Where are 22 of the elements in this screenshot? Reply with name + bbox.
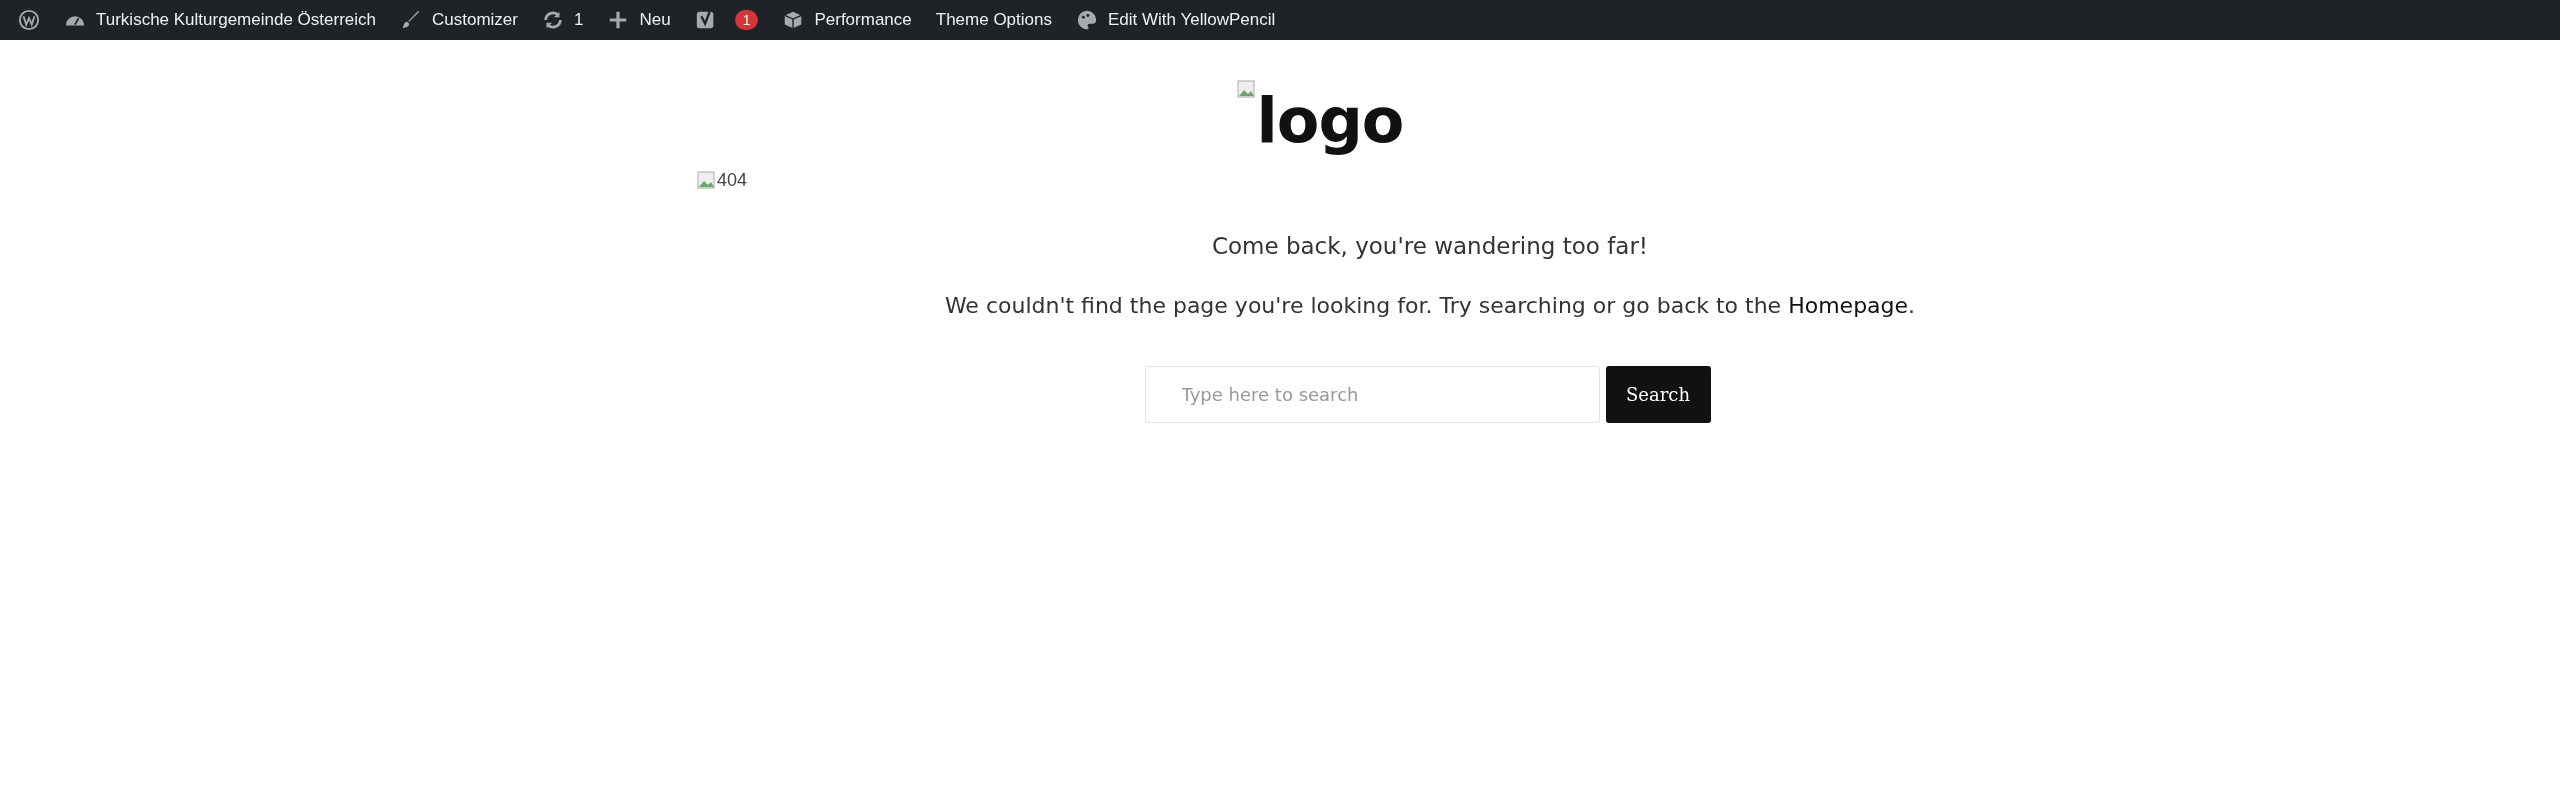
- customizer-link[interactable]: Customizer: [388, 0, 530, 40]
- paint-icon: [1076, 9, 1098, 31]
- updates-link[interactable]: 1: [529, 0, 596, 40]
- broken-image-icon: [697, 170, 717, 191]
- homepage-link[interactable]: Homepage: [1788, 293, 1909, 318]
- yellowpencil-link[interactable]: Edit With YellowPencil: [1064, 0, 1288, 40]
- wordpress-icon: [18, 9, 40, 31]
- new-link[interactable]: Neu: [595, 0, 683, 40]
- search-button[interactable]: Search: [1605, 366, 1711, 423]
- search-field[interactable]: Type here to search: [1144, 366, 1600, 423]
- logo-alt-text: logo: [1256, 83, 1404, 159]
- performance-link[interactable]: Performance: [770, 0, 924, 40]
- heading: Come back, you're wandering too far!: [1211, 233, 1649, 259]
- theme-options-link[interactable]: Theme Options: [923, 0, 1064, 40]
- site-link[interactable]: Turkische Kulturgemeinde Österreich: [52, 0, 388, 40]
- seo-link[interactable]: 1: [682, 0, 771, 40]
- message: We couldn't find the page you're looking for. Try searching or go back to the Homepage.: [944, 293, 1916, 318]
- brush-icon: [400, 9, 422, 31]
- image-alt-text: 404: [717, 170, 748, 191]
- refresh-icon: [541, 9, 564, 31]
- broken-image-icon: [1236, 80, 1257, 100]
- notification-badge: 1: [734, 10, 759, 30]
